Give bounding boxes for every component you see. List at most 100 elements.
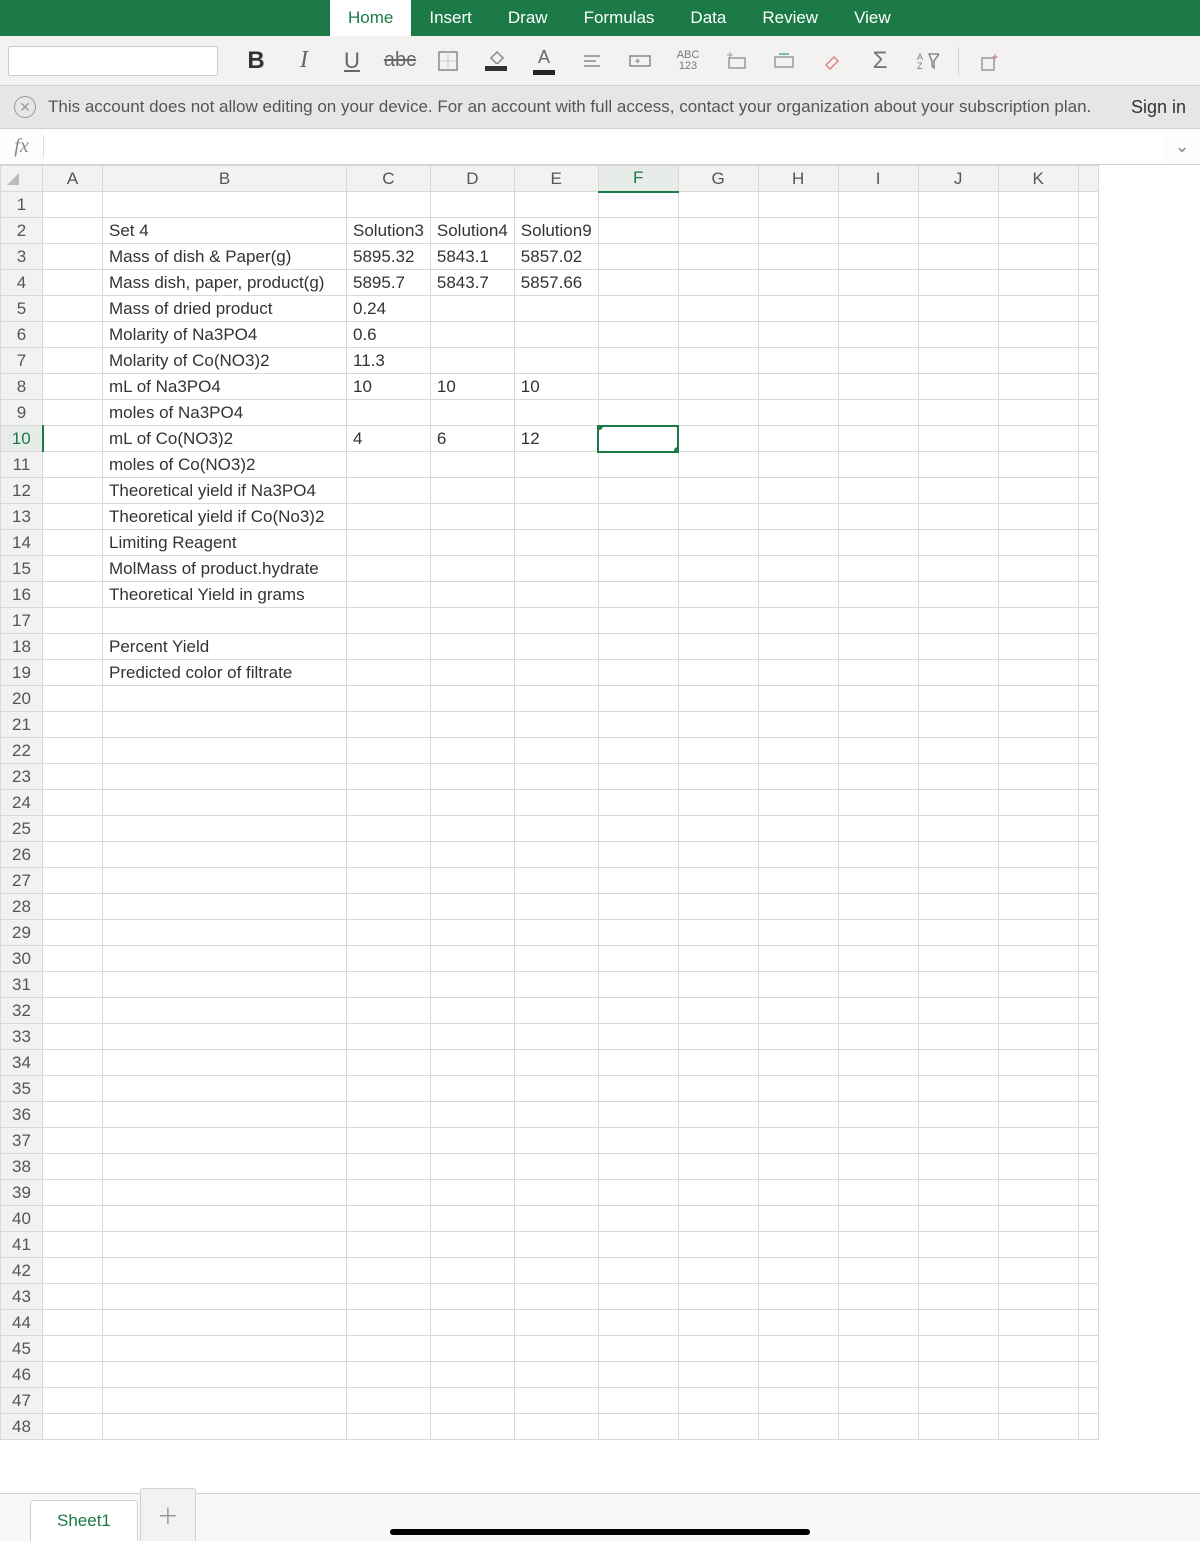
cell-C9[interactable] <box>347 400 431 426</box>
cell-E39[interactable] <box>514 1180 598 1206</box>
name-box[interactable] <box>8 46 218 76</box>
cell-J23[interactable] <box>918 764 998 790</box>
cell-A42[interactable] <box>43 1258 103 1284</box>
cell-D1[interactable] <box>430 192 514 218</box>
cell-pad-19[interactable] <box>1078 660 1098 686</box>
cell-I26[interactable] <box>838 842 918 868</box>
cell-H48[interactable] <box>758 1414 838 1440</box>
cell-K17[interactable] <box>998 608 1078 634</box>
spreadsheet-grid[interactable]: ABCDEFGHIJK 12Set 4Solution3Solution4Sol… <box>0 165 1200 1440</box>
cell-C48[interactable] <box>347 1414 431 1440</box>
cell-H5[interactable] <box>758 296 838 322</box>
cell-I43[interactable] <box>838 1284 918 1310</box>
cell-B37[interactable] <box>103 1128 347 1154</box>
cell-F2[interactable] <box>598 218 678 244</box>
cell-C6[interactable]: 0.6 <box>347 322 431 348</box>
cell-F17[interactable] <box>598 608 678 634</box>
cell-C14[interactable] <box>347 530 431 556</box>
cell-A47[interactable] <box>43 1388 103 1414</box>
cell-C43[interactable] <box>347 1284 431 1310</box>
cell-J41[interactable] <box>918 1232 998 1258</box>
cell-E47[interactable] <box>514 1388 598 1414</box>
cell-H47[interactable] <box>758 1388 838 1414</box>
row-header-31[interactable]: 31 <box>1 972 43 998</box>
cell-C11[interactable] <box>347 452 431 478</box>
cell-D46[interactable] <box>430 1362 514 1388</box>
cell-pad-8[interactable] <box>1078 374 1098 400</box>
cell-pad-7[interactable] <box>1078 348 1098 374</box>
cell-F4[interactable] <box>598 270 678 296</box>
cell-H42[interactable] <box>758 1258 838 1284</box>
cell-J35[interactable] <box>918 1076 998 1102</box>
cell-J44[interactable] <box>918 1310 998 1336</box>
cell-E35[interactable] <box>514 1076 598 1102</box>
cell-G10[interactable] <box>678 426 758 452</box>
row-header-6[interactable]: 6 <box>1 322 43 348</box>
cell-G34[interactable] <box>678 1050 758 1076</box>
cell-D27[interactable] <box>430 868 514 894</box>
cell-E8[interactable]: 10 <box>514 374 598 400</box>
cell-A14[interactable] <box>43 530 103 556</box>
cell-B10[interactable]: mL of Co(NO3)2 <box>103 426 347 452</box>
autosum-button[interactable]: Σ <box>856 42 904 80</box>
cell-G47[interactable] <box>678 1388 758 1414</box>
cell-A20[interactable] <box>43 686 103 712</box>
cell-E3[interactable]: 5857.02 <box>514 244 598 270</box>
cell-D36[interactable] <box>430 1102 514 1128</box>
cell-F21[interactable] <box>598 712 678 738</box>
cell-pad-25[interactable] <box>1078 816 1098 842</box>
cell-J38[interactable] <box>918 1154 998 1180</box>
cell-H3[interactable] <box>758 244 838 270</box>
cell-D23[interactable] <box>430 764 514 790</box>
cell-E16[interactable] <box>514 582 598 608</box>
cell-G13[interactable] <box>678 504 758 530</box>
cell-E23[interactable] <box>514 764 598 790</box>
cell-I18[interactable] <box>838 634 918 660</box>
cell-H6[interactable] <box>758 322 838 348</box>
cell-E26[interactable] <box>514 842 598 868</box>
cell-E46[interactable] <box>514 1362 598 1388</box>
column-header-D[interactable]: D <box>430 166 514 192</box>
cell-F43[interactable] <box>598 1284 678 1310</box>
cell-B12[interactable]: Theoretical yield if Na3PO4 <box>103 478 347 504</box>
cell-H35[interactable] <box>758 1076 838 1102</box>
cell-K24[interactable] <box>998 790 1078 816</box>
cell-pad-28[interactable] <box>1078 894 1098 920</box>
cell-C39[interactable] <box>347 1180 431 1206</box>
cell-E37[interactable] <box>514 1128 598 1154</box>
cell-E45[interactable] <box>514 1336 598 1362</box>
cell-B24[interactable] <box>103 790 347 816</box>
cell-G17[interactable] <box>678 608 758 634</box>
cell-E22[interactable] <box>514 738 598 764</box>
cell-B20[interactable] <box>103 686 347 712</box>
cell-E33[interactable] <box>514 1024 598 1050</box>
cell-F33[interactable] <box>598 1024 678 1050</box>
cell-D31[interactable] <box>430 972 514 998</box>
cell-H32[interactable] <box>758 998 838 1024</box>
cell-H22[interactable] <box>758 738 838 764</box>
cell-B29[interactable] <box>103 920 347 946</box>
cell-I38[interactable] <box>838 1154 918 1180</box>
row-header-39[interactable]: 39 <box>1 1180 43 1206</box>
cell-F9[interactable] <box>598 400 678 426</box>
cell-A21[interactable] <box>43 712 103 738</box>
cell-I33[interactable] <box>838 1024 918 1050</box>
cell-D7[interactable] <box>430 348 514 374</box>
cell-C10[interactable]: 4 <box>347 426 431 452</box>
cell-B6[interactable]: Molarity of Na3PO4 <box>103 322 347 348</box>
cell-J24[interactable] <box>918 790 998 816</box>
cell-B31[interactable] <box>103 972 347 998</box>
cell-E19[interactable] <box>514 660 598 686</box>
cell-G5[interactable] <box>678 296 758 322</box>
cell-pad-9[interactable] <box>1078 400 1098 426</box>
cell-H16[interactable] <box>758 582 838 608</box>
cell-G33[interactable] <box>678 1024 758 1050</box>
align-button[interactable] <box>568 42 616 80</box>
cell-J36[interactable] <box>918 1102 998 1128</box>
cell-J8[interactable] <box>918 374 998 400</box>
cell-H40[interactable] <box>758 1206 838 1232</box>
cell-H44[interactable] <box>758 1310 838 1336</box>
row-header-13[interactable]: 13 <box>1 504 43 530</box>
cell-F48[interactable] <box>598 1414 678 1440</box>
cell-B17[interactable] <box>103 608 347 634</box>
